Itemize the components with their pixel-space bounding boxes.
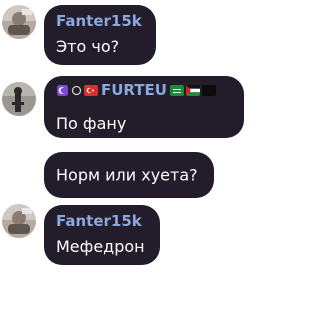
avatar-image [2,5,36,39]
author-row: FURTEU [56,81,216,99]
author-name[interactable]: FURTEU [101,81,167,99]
message-bubble[interactable]: FURTEU По фану [44,76,244,138]
message-text: Это чо? [56,37,120,56]
avatar-image [2,204,36,238]
message-text: Норм или хуета? [56,165,198,185]
moon-badge-icon [57,84,68,96]
avatar[interactable] [2,5,36,39]
avatar[interactable] [2,82,36,116]
black-flag-icon [201,84,216,96]
message-bubble[interactable]: Норм или хуета? [44,152,214,198]
avatar-image [2,82,36,116]
message-text: По фану [56,114,127,133]
message-bubble[interactable]: Fanter15k Это чо? [44,5,156,65]
author-name[interactable]: Fanter15k [56,12,142,30]
chat-thread: Fanter15k Это чо? FURTEU По фану Норм ил… [0,0,245,320]
turkey-flag-icon [84,84,98,96]
message-text: Мефедрон [56,237,145,256]
avatar[interactable] [2,204,36,238]
message-bubble[interactable]: Fanter15k Мефедрон [44,205,160,265]
author-name[interactable]: Fanter15k [56,212,142,230]
ring-badge-icon [71,85,82,95]
palestine-flag-icon [185,84,200,96]
saudi-flag-icon [169,84,184,96]
